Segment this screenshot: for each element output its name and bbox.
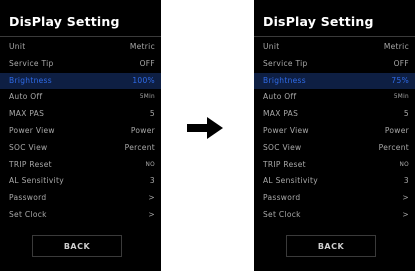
screen-title: DisPlay Setting xyxy=(9,14,120,29)
menu-item-label: AL Sensitivity xyxy=(263,176,318,186)
menu-item-unit[interactable]: Unit Metric xyxy=(254,39,415,56)
menu-item-label: AL Sensitivity xyxy=(9,176,64,186)
menu-item-trip-reset[interactable]: TRIP Reset NO xyxy=(0,157,161,174)
menu-item-value: Metric xyxy=(129,42,155,51)
menu-item-label: Auto Off xyxy=(9,92,43,102)
menu-item-service-tip[interactable]: Service Tip OFF xyxy=(0,56,161,73)
menu-item-value: 5 xyxy=(149,109,155,119)
settings-menu: Unit Metric Service Tip OFF Brightness 1… xyxy=(0,39,161,224)
menu-item-label: Brightness xyxy=(263,75,306,85)
menu-item-trip-reset[interactable]: TRIP Reset NO xyxy=(254,157,415,174)
menu-item-label: TRIP Reset xyxy=(263,159,306,169)
menu-item-label: Service Tip xyxy=(263,58,308,68)
menu-item-value: Power xyxy=(130,125,155,135)
menu-item-power-view[interactable]: Power View Power xyxy=(0,123,161,140)
menu-item-brightness[interactable]: Brightness 100% xyxy=(0,72,161,90)
menu-item-value: NO xyxy=(399,161,409,168)
menu-item-label: Brightness xyxy=(9,75,52,85)
back-button[interactable]: BACK xyxy=(32,235,122,257)
menu-item-label: Power View xyxy=(263,125,309,135)
menu-item-label: Password xyxy=(263,193,301,203)
menu-item-password[interactable]: Password > xyxy=(0,190,161,207)
menu-item-label: Password xyxy=(9,193,47,203)
menu-item-value: OFF xyxy=(393,58,409,68)
menu-item-power-view[interactable]: Power View Power xyxy=(254,123,415,140)
menu-item-value: Percent xyxy=(124,142,155,152)
title-divider xyxy=(254,36,415,37)
menu-item-soc-view[interactable]: SOC View Percent xyxy=(254,140,415,157)
menu-item-set-clock[interactable]: Set Clock > xyxy=(0,207,161,224)
title-divider xyxy=(0,36,161,37)
menu-item-brightness[interactable]: Brightness 75% xyxy=(254,72,415,90)
menu-item-label: Unit xyxy=(263,42,280,51)
menu-item-label: Service Tip xyxy=(9,58,54,68)
menu-item-label: SOC View xyxy=(9,142,48,152)
display-setting-screen-after: DisPlay Setting Unit Metric Service Tip … xyxy=(254,0,415,271)
menu-item-password[interactable]: Password > xyxy=(254,190,415,207)
menu-item-value: OFF xyxy=(139,58,155,68)
menu-item-label: MAX PAS xyxy=(9,109,45,119)
menu-item-value: Percent xyxy=(378,142,409,152)
menu-item-label: Power View xyxy=(9,125,55,135)
menu-item-label: MAX PAS xyxy=(263,109,299,119)
settings-menu: Unit Metric Service Tip OFF Brightness 7… xyxy=(254,39,415,224)
menu-item-value: 3 xyxy=(403,176,409,186)
chevron-right-icon: > xyxy=(148,209,155,219)
menu-item-service-tip[interactable]: Service Tip OFF xyxy=(254,56,415,73)
menu-item-value: 3 xyxy=(149,176,155,186)
chevron-right-icon: > xyxy=(402,193,409,203)
menu-item-label: SOC View xyxy=(263,142,302,152)
menu-item-value: Power xyxy=(384,125,409,135)
menu-item-value: 5 xyxy=(403,109,409,119)
back-button[interactable]: BACK xyxy=(286,235,376,257)
menu-item-max-pas[interactable]: MAX PAS 5 xyxy=(254,106,415,123)
menu-item-auto-off[interactable]: Auto Off 5Min xyxy=(0,89,161,106)
chevron-right-icon: > xyxy=(148,193,155,203)
menu-item-al-sensitivity[interactable]: AL Sensitivity 3 xyxy=(0,173,161,190)
screen-title: DisPlay Setting xyxy=(263,14,374,29)
menu-item-value: 75% xyxy=(391,75,409,85)
menu-item-max-pas[interactable]: MAX PAS 5 xyxy=(0,106,161,123)
menu-item-value: 5Min xyxy=(139,94,155,101)
menu-item-soc-view[interactable]: SOC View Percent xyxy=(0,140,161,157)
menu-item-label: Set Clock xyxy=(9,209,47,219)
chevron-right-icon: > xyxy=(402,209,409,219)
menu-item-label: Unit xyxy=(9,42,26,51)
display-setting-screen-before: DisPlay Setting Unit Metric Service Tip … xyxy=(0,0,161,271)
menu-item-value: NO xyxy=(145,161,155,168)
menu-item-label: Auto Off xyxy=(263,92,297,102)
menu-item-set-clock[interactable]: Set Clock > xyxy=(254,207,415,224)
menu-item-value: Metric xyxy=(383,42,409,51)
menu-item-label: Set Clock xyxy=(263,209,301,219)
menu-item-auto-off[interactable]: Auto Off 5Min xyxy=(254,89,415,106)
menu-item-al-sensitivity[interactable]: AL Sensitivity 3 xyxy=(254,173,415,190)
menu-item-unit[interactable]: Unit Metric xyxy=(0,39,161,56)
menu-item-value: 100% xyxy=(132,75,155,85)
right-arrow-icon xyxy=(187,117,223,139)
menu-item-label: TRIP Reset xyxy=(9,159,52,169)
menu-item-value: 5Min xyxy=(393,94,409,101)
